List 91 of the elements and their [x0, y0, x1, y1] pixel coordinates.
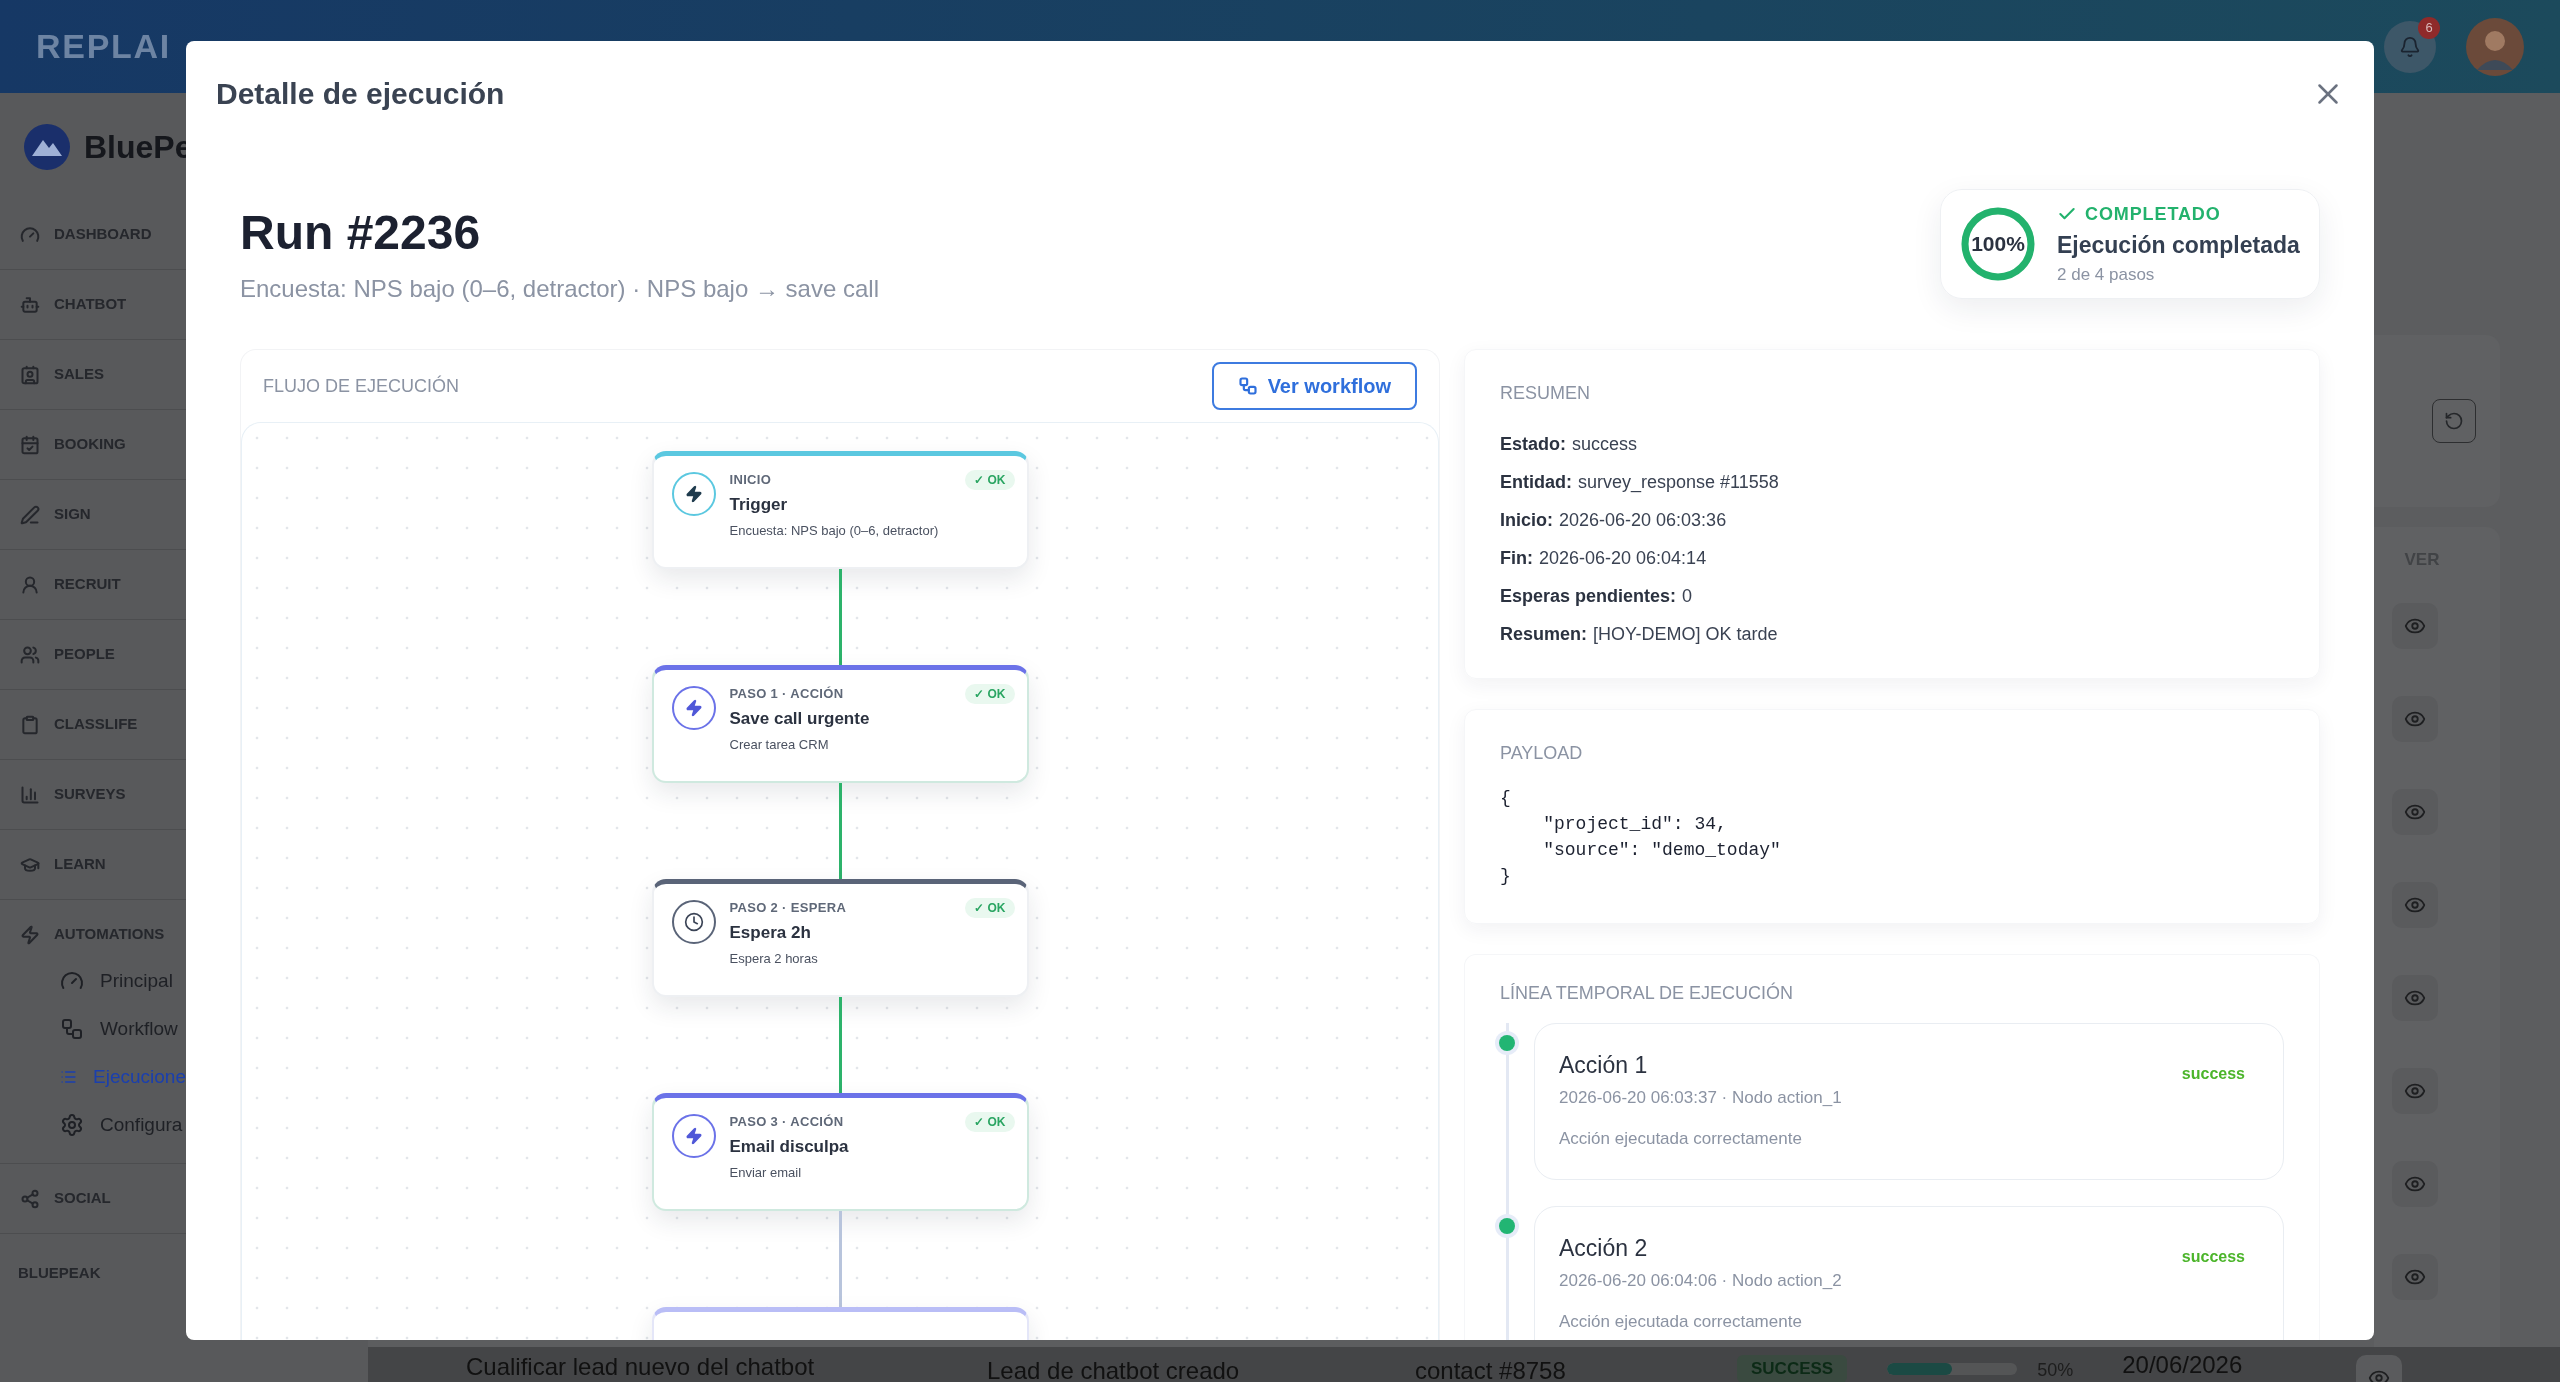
ok-badge: ✓ OK — [965, 684, 1015, 704]
reset-icon — [2444, 411, 2464, 431]
app-logo: REPLAI — [36, 26, 171, 67]
progress-percent: 100% — [1971, 231, 2025, 258]
mountain-logo-icon — [24, 123, 70, 170]
reset-button[interactable] — [2432, 399, 2476, 443]
node-title: Email disculpa — [729, 1135, 850, 1158]
clipboard-icon — [20, 714, 40, 735]
status-steps: 2 de 4 pasos — [2057, 262, 2300, 288]
node-detail: Espera 2 horas — [729, 950, 819, 968]
workflow-icon — [1237, 376, 1258, 396]
status-label: COMPLETADO — [2085, 202, 2221, 226]
flow-node[interactable]: PASO 1 · ACCIÓN Save call urgente Crear tarea CRM ✓ OK — [651, 665, 1029, 783]
field-value: 0 — [1682, 584, 1693, 608]
field-value: 2026-06-20 06:03:36 — [1559, 508, 1727, 532]
view-button[interactable] — [2392, 602, 2438, 649]
lightning-icon — [671, 686, 716, 730]
field-value: success — [1572, 432, 1638, 456]
view-button[interactable] — [2392, 1160, 2438, 1207]
node-step-label: INICIO — [729, 471, 773, 489]
lightning-icon — [671, 1114, 716, 1158]
lightning-icon — [20, 924, 40, 945]
field-label: Inicio: — [1500, 508, 1553, 532]
payload-code: { "project_id": 34, "source": "demo_today" } — [1500, 787, 1782, 888]
calendar-check-icon — [20, 434, 40, 455]
section-heading: LÍNEA TEMPORAL DE EJECUCIÓN — [1500, 981, 1795, 1005]
settings-icon — [60, 1113, 84, 1137]
ok-badge: ✓ OK — [965, 1112, 1015, 1132]
flow-node[interactable]: PASO 2 · ESPERA Espera 2h Espera 2 horas ✓ OK — [651, 879, 1029, 997]
event-title: Acción 1 — [1559, 1051, 1649, 1080]
people-icon — [20, 644, 40, 665]
field-label: Resumen: — [1500, 622, 1588, 646]
node-step-label: PASO 2 · ESPERA — [729, 899, 848, 917]
event-message: Acción ejecutada correctamente — [1559, 1128, 1803, 1150]
event-meta: 2026-06-20 06:03:37 · Nodo action_1 — [1559, 1086, 1843, 1109]
sidebar-subitem[interactable]: Configura — [0, 1101, 186, 1149]
flow-node[interactable]: PASO 3 · ACCIÓN Email disculpa Enviar email ✓ OK — [651, 1093, 1029, 1211]
workflow-icon — [60, 1017, 84, 1041]
view-button[interactable] — [2392, 974, 2438, 1021]
section-heading: RESUMEN — [1500, 382, 1591, 405]
view-button[interactable] — [2392, 788, 2438, 835]
pen-icon — [20, 504, 40, 525]
avatar[interactable] — [2466, 17, 2524, 76]
person-icon — [20, 574, 40, 595]
dialog-title: Detalle de ejecución — [216, 76, 505, 112]
section-heading: FLUJO DE EJECUCIÓN — [263, 374, 460, 398]
node-title: Espera 2h — [729, 921, 812, 944]
clock-icon — [671, 900, 716, 944]
event-meta: 2026-06-20 06:04:06 · Nodo action_2 — [1559, 1269, 1843, 1292]
status-title: Ejecución completada — [2057, 230, 2300, 260]
share-icon — [20, 1188, 40, 1209]
bar-chart-icon — [20, 784, 40, 805]
field-value: [HOY-DEMO] OK tarde — [1593, 622, 1778, 646]
section-heading: PAYLOAD — [1500, 742, 1584, 765]
gauge-icon — [20, 224, 40, 245]
contact-card-icon — [20, 364, 40, 385]
field-label: Fin: — [1500, 546, 1533, 570]
sidebar-subitem[interactable]: Ejecucione — [0, 1053, 186, 1101]
view-button[interactable] — [2392, 695, 2438, 742]
field-value: 2026-06-20 06:04:14 — [1539, 546, 1707, 570]
node-detail: Enviar email — [729, 1164, 803, 1182]
flow-node[interactable]: INICIO Trigger Encuesta: NPS bajo (0–6, detractor) ✓ OK — [651, 451, 1029, 569]
view-button[interactable] — [2392, 1067, 2438, 1114]
view-button[interactable] — [2392, 881, 2438, 928]
node-step-label: PASO 1 · ACCIÓN — [729, 685, 845, 703]
run-subtitle: Encuesta: NPS bajo (0–6, detractor) · NPS bajo → save call — [240, 274, 879, 304]
brand-name: BluePe — [84, 127, 193, 167]
field-label: Entidad: — [1500, 470, 1572, 494]
node-detail: Crear tarea CRM — [729, 736, 830, 754]
field-label: Estado: — [1500, 432, 1566, 456]
notification-badge: 6 — [2418, 16, 2440, 39]
node-title: Save call urgente — [729, 707, 871, 730]
lightning-icon — [671, 472, 716, 516]
field-value: survey_response #11558 — [1578, 470, 1779, 495]
ok-badge: ✓ OK — [965, 470, 1015, 490]
field-label: Esperas pendientes: — [1500, 584, 1677, 608]
run-title: Run #2236 — [240, 205, 482, 261]
view-button[interactable] — [2392, 1253, 2438, 1300]
event-title: Acción 2 — [1559, 1234, 1649, 1263]
sidebar-subitem[interactable]: Workflow — [0, 1005, 186, 1053]
node-detail: Encuesta: NPS bajo (0–6, detractor) — [729, 522, 940, 540]
robot-icon — [20, 294, 40, 315]
ok-badge: ✓ OK — [965, 898, 1015, 918]
event-status: success — [2181, 1247, 2245, 1267]
node-step-label: PASO 3 · ACCIÓN — [729, 1113, 845, 1131]
event-status: success — [2181, 1064, 2245, 1084]
view-workflow-button[interactable]: Ver workflow — [1211, 362, 1417, 410]
bell-icon — [2399, 35, 2421, 58]
node-title: Trigger — [729, 493, 789, 516]
sidebar-subitem[interactable]: Principal — [0, 957, 186, 1005]
event-message: Acción ejecutada correctamente — [1559, 1311, 1803, 1333]
